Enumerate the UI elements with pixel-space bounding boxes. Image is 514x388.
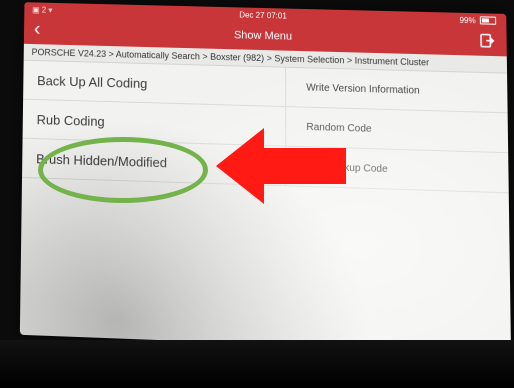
- battery-percent: 99%: [459, 15, 476, 25]
- device-bezel: [0, 340, 514, 388]
- status-icons: ▣ 2 ▾: [32, 4, 53, 15]
- menu-item-random-code[interactable]: Random Code: [286, 107, 509, 154]
- exit-icon[interactable]: [480, 33, 494, 48]
- menu-grid: Back Up All Coding Write Version Informa…: [22, 60, 509, 194]
- battery-icon: [479, 16, 497, 25]
- chevron-left-icon: ‹: [33, 18, 41, 41]
- menu-item-brush-hidden-modified[interactable]: Brush Hidden/Modified: [22, 138, 287, 187]
- page-title: Show Menu: [233, 29, 293, 43]
- menu-item-the-backup-code[interactable]: The Backup Code: [286, 146, 509, 194]
- menu-item-write-version-information[interactable]: Write Version Information: [286, 67, 508, 114]
- back-button[interactable]: ‹: [33, 18, 41, 41]
- device-screen: ▣ 2 ▾ Dec 27 07:01 99% ‹ Show Menu PORSC…: [19, 2, 512, 354]
- status-clock: Dec 27 07:01: [239, 9, 287, 21]
